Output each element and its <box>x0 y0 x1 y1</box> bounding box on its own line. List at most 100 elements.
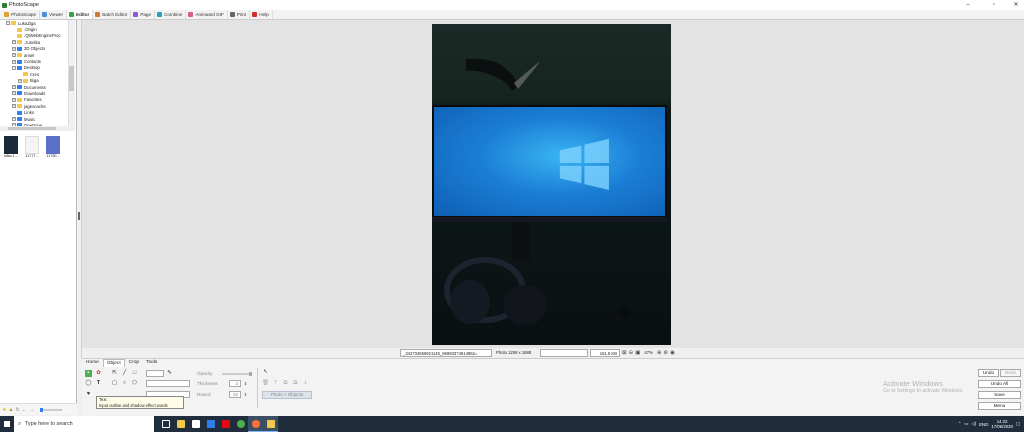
tab-print[interactable]: Print <box>228 10 251 19</box>
photo-objects-button[interactable]: Photo + Objects <box>262 391 312 399</box>
zoom-out-icon[interactable]: ⊖ <box>629 350 634 356</box>
bring-front-icon[interactable]: ⇡ <box>272 380 279 387</box>
thumbnail[interactable]: 11790... <box>44 136 62 162</box>
line-icon[interactable]: ╱ <box>121 370 128 377</box>
folder-tree[interactable]: − LukaZiga .Origin .QtWebEngineProc + .zuneli… <box>0 20 68 128</box>
thumbnail[interactable]: slika 1... <box>2 136 20 162</box>
expand-toggle-icon[interactable]: + <box>12 97 16 102</box>
tab-editor[interactable]: Editor <box>67 10 94 19</box>
expand-toggle-icon[interactable]: + <box>12 117 16 122</box>
tab-animated-gif[interactable]: Animated GIF <box>186 10 228 19</box>
cursor-icon[interactable]: ↖ <box>262 369 269 376</box>
actual-size-icon[interactable]: ▣ <box>635 350 640 356</box>
star-icon[interactable]: ★ <box>2 407 6 413</box>
tab-crop[interactable]: Crop <box>126 359 142 367</box>
tab-page[interactable]: Page <box>131 10 156 19</box>
send-back-icon[interactable]: ⇣ <box>302 380 309 387</box>
select-arrow-icon[interactable]: ⇱ <box>111 370 118 377</box>
photo-object-icon[interactable]: ▪ <box>85 370 92 377</box>
zoom-options-icon[interactable]: ⊛ <box>663 350 668 356</box>
refresh-icon[interactable]: ↻ <box>15 407 19 413</box>
expand-toggle-icon[interactable]: − <box>12 65 16 70</box>
rounded-rect-icon[interactable]: ▢ <box>111 380 118 387</box>
balloon-icon[interactable]: ◯ <box>85 380 92 387</box>
tab-combine[interactable]: Combine <box>155 10 187 19</box>
menu-button[interactable]: Menu <box>978 402 1021 410</box>
start-button[interactable] <box>0 416 14 432</box>
symbol-icon[interactable]: ♥ <box>85 391 92 398</box>
tray-chevron-icon[interactable]: ⌃ <box>958 421 962 427</box>
tab-photoscape[interactable]: PhotoScape <box>2 10 41 19</box>
expand-toggle-icon[interactable]: + <box>12 46 16 51</box>
taskbar-task-view[interactable] <box>158 416 173 432</box>
volume-icon[interactable]: ◁) <box>971 421 976 427</box>
thumbnail[interactable]: 11777... <box>23 136 41 162</box>
thumbnail-size-slider[interactable] <box>39 407 62 412</box>
thickness-stepper-icon[interactable]: ⇕ <box>242 380 249 387</box>
expand-toggle-icon[interactable]: + <box>12 104 16 109</box>
info-icon[interactable]: ◉ <box>670 350 675 356</box>
expand-toggle-icon[interactable]: + <box>12 40 16 45</box>
expand-toggle-icon[interactable]: + <box>12 59 16 64</box>
back-arrow-icon[interactable]: ← <box>22 407 27 413</box>
taskbar-store[interactable] <box>188 416 203 432</box>
taskbar-netflix[interactable] <box>218 416 233 432</box>
notifications-icon[interactable]: ▢ <box>1016 421 1020 427</box>
maximize-button[interactable]: ▫ <box>986 0 1002 10</box>
duplicate-icon[interactable]: ⧉ <box>292 380 299 387</box>
taskbar-mail[interactable] <box>203 416 218 432</box>
polygon-icon[interactable]: ⬠ <box>131 380 138 387</box>
redo-button[interactable]: Redo <box>1000 369 1021 377</box>
tab-label: Page <box>140 12 152 17</box>
tab-animated-gif-icon <box>188 12 194 17</box>
expand-toggle-icon[interactable]: + <box>12 91 16 96</box>
round-stepper-icon[interactable]: ⇕ <box>242 391 249 398</box>
file-explorer-icon <box>176 420 185 428</box>
expand-toggle-icon[interactable]: − <box>6 21 10 26</box>
expand-toggle-icon[interactable]: + <box>12 85 16 90</box>
copy-icon[interactable]: ⧉ <box>282 380 289 387</box>
taskbar-chrome[interactable] <box>233 416 248 432</box>
round-input[interactable]: 32 <box>229 391 241 398</box>
language-indicator[interactable]: ENG <box>979 422 988 427</box>
network-icon[interactable]: ▭ <box>964 421 968 427</box>
undo-all-button[interactable]: Undo All <box>978 380 1021 388</box>
color-dropdown[interactable] <box>146 370 164 377</box>
forward-arrow-icon[interactable]: → <box>29 407 34 413</box>
close-button[interactable]: ✕ <box>1008 0 1024 10</box>
tab-home[interactable]: Home <box>83 359 102 367</box>
tab-page-icon <box>133 12 139 17</box>
clipart-icon[interactable]: ✿ <box>95 370 102 377</box>
tab-viewer[interactable]: Viewer <box>40 10 67 19</box>
expand-toggle-icon[interactable]: + <box>12 53 16 58</box>
expand-toggle-icon[interactable]: + <box>18 78 22 83</box>
save-button[interactable]: Save <box>978 391 1021 399</box>
zoom-in-icon[interactable]: ⊕ <box>657 350 662 356</box>
taskbar-search[interactable]: ⌕ Type here to search <box>14 416 154 432</box>
taskbar-firefox[interactable] <box>248 416 263 432</box>
folder-icon <box>17 104 22 109</box>
fit-icon[interactable]: ⊠ <box>622 350 627 356</box>
undo-button[interactable]: Undo <box>978 369 999 377</box>
status-bar: _342734556921145_86993374914852= Photo 1… <box>400 348 704 358</box>
taskbar-file-explorer[interactable] <box>173 416 188 432</box>
taskbar-photoscape[interactable] <box>263 416 278 432</box>
eyedropper-icon[interactable]: ✎ <box>166 370 173 377</box>
tab-tools[interactable]: Tools <box>143 359 160 367</box>
collapse-handle-icon[interactable] <box>78 212 80 220</box>
thickness-input[interactable]: 2 <box>229 380 241 387</box>
tree-hscroll-thumb[interactable] <box>8 127 56 130</box>
ellipse-icon[interactable]: ○ <box>121 380 128 387</box>
text-tool-icon[interactable]: T <box>95 380 102 387</box>
tree-scroll-thumb[interactable] <box>69 66 74 91</box>
folder-up-icon[interactable]: ▲ <box>8 407 13 413</box>
clock[interactable]: 14:22 17/06/2020 <box>991 419 1013 429</box>
line-style-dropdown[interactable] <box>146 380 190 387</box>
rectangle-icon[interactable]: □ <box>131 370 138 377</box>
tab-batch-editor[interactable]: Batch Editor <box>93 10 132 19</box>
trash-icon[interactable]: 🗑 <box>262 380 269 387</box>
opacity-slider[interactable] <box>222 372 252 376</box>
minimize-button[interactable]: – <box>960 0 976 10</box>
tab-help[interactable]: Help <box>250 10 273 19</box>
tab-object[interactable]: Object <box>102 359 125 367</box>
